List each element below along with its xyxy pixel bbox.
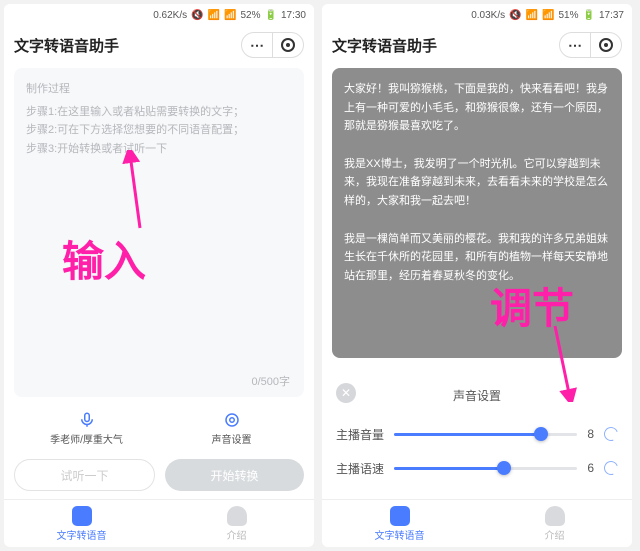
signal-icon: 📶 bbox=[224, 10, 236, 21]
tts-icon bbox=[72, 506, 92, 526]
status-bar: 0.62K/s 🔇 📶 📶 52% 🔋 17:30 bbox=[4, 4, 314, 26]
phone-screenshot-right: 0.03K/s 🔇 📶 📶 51% 🔋 17:37 文字转语音助手 ⋯ 大家好！… bbox=[322, 4, 632, 547]
title-bar: 文字转语音助手 ⋯ bbox=[4, 26, 314, 64]
bottom-nav: 文字转语音 介绍 bbox=[322, 499, 632, 547]
sound-settings-sheet: ✕ 声音设置 主播音量 8 主播语速 6 bbox=[322, 371, 632, 499]
placeholder-text: 制作过程 步骤1:在这里输入或者粘贴需要转换的文字； 步骤2:可在下方选择您想要… bbox=[14, 68, 304, 167]
speed-reset-icon[interactable] bbox=[602, 459, 621, 478]
speed-label: 主播语速 bbox=[336, 460, 384, 477]
miniprogram-capsule[interactable]: ⋯ bbox=[241, 32, 304, 58]
battery-icon: 🔋 bbox=[583, 10, 595, 21]
microphone-icon bbox=[78, 411, 96, 429]
sheet-title: 声音设置 bbox=[453, 387, 501, 404]
text-input-card[interactable]: 制作过程 步骤1:在这里输入或者粘贴需要转换的文字； 步骤2:可在下方选择您想要… bbox=[14, 68, 304, 397]
mute-icon: 🔇 bbox=[509, 10, 521, 21]
volume-label: 主播音量 bbox=[336, 426, 384, 443]
preview-button[interactable]: 试听一下 bbox=[14, 459, 155, 491]
placeholder-step2: 步骤2:可在下方选择您想要的不同语音配置； bbox=[26, 121, 292, 140]
sound-settings-label: 声音设置 bbox=[212, 431, 252, 446]
tab-tts-label: 文字转语音 bbox=[375, 527, 425, 542]
miniprogram-capsule[interactable]: ⋯ bbox=[559, 32, 622, 58]
placeholder-step3: 步骤3:开始转换或者试听一下 bbox=[26, 140, 292, 159]
more-icon[interactable]: ⋯ bbox=[560, 33, 590, 57]
speed-slider[interactable] bbox=[394, 467, 577, 470]
sound-settings-option[interactable]: 声音设置 bbox=[159, 405, 304, 451]
about-icon bbox=[545, 506, 565, 526]
about-icon bbox=[227, 506, 247, 526]
tab-tts[interactable]: 文字转语音 bbox=[4, 500, 159, 547]
wifi-icon: 📶 bbox=[526, 10, 538, 21]
battery-text: 52% bbox=[241, 10, 261, 21]
placeholder-step1: 步骤1:在这里输入或者粘贴需要转换的文字； bbox=[26, 103, 292, 122]
status-bar: 0.03K/s 🔇 📶 📶 51% 🔋 17:37 bbox=[322, 4, 632, 26]
page-title: 文字转语音助手 bbox=[14, 35, 119, 56]
speed-row: 主播语速 6 bbox=[336, 451, 618, 485]
tab-about[interactable]: 介绍 bbox=[159, 500, 314, 547]
tab-about[interactable]: 介绍 bbox=[477, 500, 632, 547]
tab-tts[interactable]: 文字转语音 bbox=[322, 500, 477, 547]
volume-value: 8 bbox=[587, 427, 594, 441]
content-p3: 我是一棵简单而又美丽的樱花。我和我的许多兄弟姐妹生长在千休所的花园里，和所有的植… bbox=[344, 230, 610, 286]
options-row: 季老师/厚重大气 声音设置 bbox=[14, 405, 304, 451]
net-speed: 0.03K/s bbox=[471, 10, 505, 21]
sheet-header: ✕ 声音设置 bbox=[336, 383, 618, 407]
signal-icon: 📶 bbox=[542, 10, 554, 21]
tts-icon bbox=[390, 506, 410, 526]
placeholder-heading: 制作过程 bbox=[26, 80, 292, 99]
clock: 17:37 bbox=[599, 10, 624, 21]
speed-value: 6 bbox=[587, 461, 594, 475]
close-icon[interactable] bbox=[591, 33, 621, 57]
content-p1: 大家好！我叫猕猴桃，下面是我的，快来看看吧！我身上有一种可爱的小毛毛，和猕猴很像… bbox=[344, 80, 610, 136]
volume-slider[interactable] bbox=[394, 433, 577, 436]
clock: 17:30 bbox=[281, 10, 306, 21]
gear-icon bbox=[223, 411, 241, 429]
battery-text: 51% bbox=[559, 10, 579, 21]
page-title: 文字转语音助手 bbox=[332, 35, 437, 56]
volume-row: 主播音量 8 bbox=[336, 417, 618, 451]
tab-about-label: 介绍 bbox=[227, 527, 247, 542]
tab-about-label: 介绍 bbox=[545, 527, 565, 542]
phone-screenshot-left: 0.62K/s 🔇 📶 📶 52% 🔋 17:30 文字转语音助手 ⋯ 制作过程… bbox=[4, 4, 314, 547]
button-row: 试听一下 开始转换 bbox=[14, 459, 304, 491]
voice-option[interactable]: 季老师/厚重大气 bbox=[14, 405, 159, 451]
close-icon[interactable] bbox=[273, 33, 303, 57]
title-bar: 文字转语音助手 ⋯ bbox=[322, 26, 632, 64]
battery-icon: 🔋 bbox=[265, 10, 277, 21]
char-count: 0/500字 bbox=[251, 373, 290, 389]
bottom-nav: 文字转语音 介绍 bbox=[4, 499, 314, 547]
net-speed: 0.62K/s bbox=[153, 10, 187, 21]
more-icon[interactable]: ⋯ bbox=[242, 33, 272, 57]
voice-option-label: 季老师/厚重大气 bbox=[50, 431, 123, 446]
wifi-icon: 📶 bbox=[208, 10, 220, 21]
content-p2: 我是XX博士，我发明了一个时光机。它可以穿越到未来，我现在准备穿越到未来，去看看… bbox=[344, 155, 610, 211]
volume-reset-icon[interactable] bbox=[602, 425, 621, 444]
start-convert-button[interactable]: 开始转换 bbox=[165, 459, 304, 491]
sheet-close-button[interactable]: ✕ bbox=[336, 383, 356, 403]
mute-icon: 🔇 bbox=[191, 10, 203, 21]
text-input-card[interactable]: 大家好！我叫猕猴桃，下面是我的，快来看看吧！我身上有一种可爱的小毛毛，和猕猴很像… bbox=[332, 68, 622, 358]
entered-text: 大家好！我叫猕猴桃，下面是我的，快来看看吧！我身上有一种可爱的小毛毛，和猕猴很像… bbox=[332, 68, 622, 294]
tab-tts-label: 文字转语音 bbox=[57, 527, 107, 542]
